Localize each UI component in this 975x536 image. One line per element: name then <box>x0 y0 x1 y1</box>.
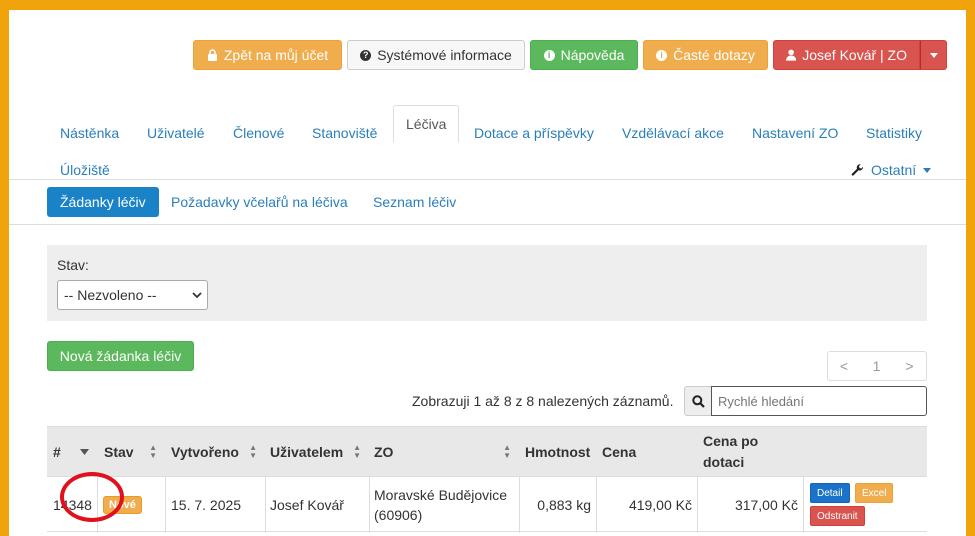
system-info-button[interactable]: ? Systémové informace <box>347 40 525 70</box>
nav-item-members[interactable]: Členové <box>233 125 284 141</box>
pager-prev[interactable]: < <box>827 351 861 381</box>
column-divider <box>165 477 166 533</box>
excel-button[interactable]: Excel <box>855 483 894 503</box>
table-body: 14348 Nové 15. 7. 2025 Josef Kovář Morav… <box>47 476 927 536</box>
new-request-label: Nová žádanka léčiv <box>59 348 182 364</box>
col-header-id-label: # <box>53 444 61 460</box>
column-divider <box>369 477 370 533</box>
user-icon <box>786 49 797 61</box>
subnav-item-beekeeper-requirements[interactable]: Požadavky včelařů na léčiva <box>171 187 348 217</box>
column-divider <box>803 477 804 533</box>
info-icon: i <box>543 49 555 61</box>
nav-item-medicines[interactable]: Léčiva <box>393 105 460 143</box>
faq-label: Časté dotazy <box>673 47 755 63</box>
nav-item-education[interactable]: Vzdělávací akce <box>622 125 724 141</box>
detail-button[interactable]: Detail <box>810 483 850 503</box>
main-nav: Nástěnka Uživatelé Členové Stanoviště Lé… <box>9 105 966 180</box>
table-row: 14348 Nové 15. 7. 2025 Josef Kovář Morav… <box>47 476 927 533</box>
status-filter-select[interactable]: -- Nezvoleno -- <box>57 280 208 310</box>
pager-next[interactable]: > <box>893 351 927 381</box>
col-header-user-label: Uživatelem <box>270 444 344 460</box>
back-to-account-label: Zpět na můj účet <box>223 47 329 63</box>
row-weight: 0,883 kg <box>537 497 591 513</box>
col-header-weight-label: Hmotnost <box>525 444 591 460</box>
col-header-price-label: Cena <box>602 444 637 460</box>
sub-nav: Žádanky léčiv Požadavky včelařů na léčiv… <box>9 180 966 225</box>
sort-desc-icon <box>80 449 89 455</box>
nav-item-storage[interactable]: Úložiště <box>60 162 110 178</box>
search-addon <box>684 386 712 416</box>
row-zo-name: Moravské Budějovice <box>374 487 508 503</box>
quick-search-input[interactable] <box>711 386 927 416</box>
sort-icon: ▲ ▼ <box>249 443 257 460</box>
col-header-zo[interactable]: ZO ▲ ▼ <box>369 427 519 477</box>
row-zo: Moravské Budějovice (60906) <box>374 477 519 533</box>
caret-down-icon <box>929 52 938 58</box>
highlight-circle <box>60 472 124 522</box>
help-label: Nápověda <box>560 47 625 63</box>
row-price: 419,00 Kč <box>628 497 692 513</box>
col-header-price-after-subsidy: Cena po dotaci <box>697 427 803 477</box>
row-price-after-subsidy: 317,00 Kč <box>734 497 798 513</box>
subnav-item-medicine-list[interactable]: Seznam léčiv <box>373 187 456 217</box>
col-header-id[interactable]: # <box>47 427 97 477</box>
col-header-status[interactable]: Stav ▲ ▼ <box>97 427 165 477</box>
system-info-label: Systémové informace <box>377 47 512 63</box>
remove-button[interactable]: Odstranit <box>810 506 865 526</box>
top-toolbar: Zpět na můj účet ? Systémové informace i… <box>9 40 966 70</box>
row-zo-code: (60906) <box>374 507 423 523</box>
row-user: Josef Kovář <box>270 497 344 513</box>
column-divider <box>265 477 266 533</box>
caret-down-icon <box>923 167 932 173</box>
search-icon <box>691 394 705 408</box>
subnav-item-requests[interactable]: Žádanky léčiv <box>47 187 159 217</box>
chevron-down-icon <box>192 292 202 299</box>
results-summary: Zobrazuji 1 až 8 z 8 nalezených záznamů. <box>412 393 674 409</box>
question-icon: ? <box>360 49 372 61</box>
row-created: 15. 7. 2025 <box>171 497 242 513</box>
status-filter-label: Stav: <box>57 257 89 273</box>
user-menu-dropdown-toggle[interactable] <box>920 40 947 70</box>
nav-item-zo-settings[interactable]: Nastavení ZO <box>752 125 838 141</box>
col-header-price-after-label: Cena po dotaci <box>703 433 759 470</box>
status-filter-value: -- Nezvoleno -- <box>64 287 157 303</box>
col-header-price: Cena <box>596 427 697 477</box>
page-frame: Zpět na můj účet ? Systémové informace i… <box>9 10 966 536</box>
nav-item-other-label: Ostatní <box>871 162 917 178</box>
filter-panel: Stav: -- Nezvoleno -- <box>47 245 927 321</box>
table-header: # Stav ▲ ▼ Vytvořeno ▲ ▼ Uživatelem ▲ ▼ ZO … <box>47 426 927 476</box>
col-header-zo-label: ZO <box>374 444 394 460</box>
nav-item-statistics[interactable]: Statistiky <box>866 125 922 141</box>
help-button[interactable]: i Nápověda <box>530 40 638 70</box>
info-icon: i <box>656 49 668 61</box>
pager-page-1[interactable]: 1 <box>860 351 894 381</box>
nav-item-other[interactable]: Ostatní <box>851 162 932 178</box>
nav-item-subsidies[interactable]: Dotace a příspěvky <box>474 125 594 141</box>
col-header-created[interactable]: Vytvořeno ▲ ▼ <box>165 427 265 477</box>
nav-item-dashboard[interactable]: Nástěnka <box>60 125 119 141</box>
new-request-button[interactable]: Nová žádanka léčiv <box>47 341 194 371</box>
col-header-user[interactable]: Uživatelem ▲ ▼ <box>265 427 369 477</box>
sort-icon: ▲ ▼ <box>353 443 361 460</box>
back-to-account-button[interactable]: Zpět na můj účet <box>193 40 342 70</box>
nav-item-apiaries[interactable]: Stanoviště <box>312 125 377 141</box>
sort-icon: ▲ ▼ <box>149 443 157 460</box>
nav-item-users[interactable]: Uživatelé <box>147 125 205 141</box>
user-menu-label: Josef Kovář | ZO <box>802 47 907 63</box>
col-header-status-label: Stav <box>104 444 134 460</box>
row-actions: Detail Excel Odstranit <box>809 477 927 533</box>
lock-icon <box>207 49 217 61</box>
sort-icon: ▲ ▼ <box>503 443 511 460</box>
faq-button[interactable]: i Časté dotazy <box>643 40 768 70</box>
col-header-created-label: Vytvořeno <box>171 444 239 460</box>
wrench-icon <box>851 163 863 176</box>
col-header-weight: Hmotnost <box>519 427 596 477</box>
user-menu-button[interactable]: Josef Kovář | ZO <box>773 40 920 70</box>
